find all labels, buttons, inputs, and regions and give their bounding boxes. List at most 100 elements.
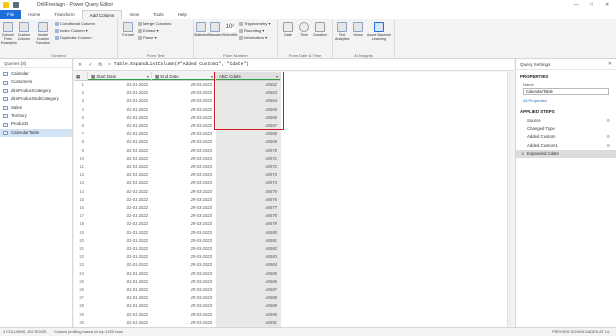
table-cell[interactable]: 29-03-2023	[152, 254, 216, 259]
table-cell[interactable]: 44569	[216, 139, 281, 144]
table-cell[interactable]: 01-01-2022	[88, 246, 152, 251]
table-cell[interactable]: 29-03-2023	[152, 295, 216, 300]
table-cell[interactable]: 44581	[216, 238, 281, 243]
format-button[interactable]: Format	[121, 22, 135, 37]
table-cell[interactable]: 44572	[216, 164, 281, 169]
table-cell[interactable]: 01-01-2022	[88, 107, 152, 112]
applied-step-source[interactable]: Source ⚙	[516, 117, 616, 125]
table-cell[interactable]: 44578	[216, 213, 281, 218]
accept-formula-icon[interactable]: ✓	[88, 62, 92, 68]
invoke-custom-function-button[interactable]: Invoke Custom Function	[34, 22, 52, 46]
table-cell[interactable]: 44586	[216, 279, 281, 284]
table-cell[interactable]: 29-03-2023	[152, 262, 216, 267]
table-cell[interactable]: 29-03-2023	[152, 197, 216, 202]
table-cell[interactable]: 44570	[216, 148, 281, 153]
query-item-calendar[interactable]: Calendar	[0, 70, 72, 78]
merge-columns-button[interactable]: Merge Columns	[138, 21, 171, 27]
table-cell[interactable]: 29-03-2023	[152, 172, 216, 177]
table-cell[interactable]: 29-03-2023	[152, 82, 216, 87]
tab-transform[interactable]: Transform	[47, 10, 81, 19]
table-cell[interactable]: 01-01-2022	[88, 238, 152, 243]
table-cell[interactable]: 29-03-2023	[152, 131, 216, 136]
table-cell[interactable]: 44583	[216, 254, 281, 259]
table-cell[interactable]: 29-03-2023	[152, 230, 216, 235]
minimize-icon[interactable]: —	[574, 2, 579, 8]
maximize-icon[interactable]: □	[590, 2, 593, 8]
close-query-settings-icon[interactable]: ✕	[608, 61, 612, 67]
column-header-end-date[interactable]: ▦ End Date ▾	[152, 72, 216, 81]
table-cell[interactable]: 29-03-2023	[152, 90, 216, 95]
table-cell[interactable]: 29-03-2023	[152, 164, 216, 169]
table-cell[interactable]: 01-01-2022	[88, 131, 152, 136]
table-cell[interactable]: 29-03-2023	[152, 271, 216, 276]
table-cell[interactable]: 01-01-2022	[88, 221, 152, 226]
query-item-customers[interactable]: Customers	[0, 78, 72, 86]
table-cell[interactable]: 01-01-2022	[88, 115, 152, 120]
table-cell[interactable]: 44585	[216, 271, 281, 276]
conditional-column-button[interactable]: Conditional Column	[55, 21, 95, 27]
trigonometry-button[interactable]: Trigonometry ▾	[239, 21, 271, 27]
table-cell[interactable]: 44574	[216, 180, 281, 185]
table-cell[interactable]: 01-01-2022	[88, 172, 152, 177]
table-cell[interactable]: 01-01-2022	[88, 205, 152, 210]
time-button[interactable]: Time	[297, 22, 311, 37]
table-cell[interactable]: 01-01-2022	[88, 254, 152, 259]
table-cell[interactable]: 44587	[216, 287, 281, 292]
table-cell[interactable]: 44571	[216, 156, 281, 161]
table-cell[interactable]: 29-03-2023	[152, 148, 216, 153]
close-icon[interactable]: ✕	[605, 2, 609, 8]
table-cell[interactable]: 29-03-2023	[152, 139, 216, 144]
table-cell[interactable]: 44576	[216, 197, 281, 202]
table-cell[interactable]: 29-03-2023	[152, 320, 216, 325]
duplicate-column-button[interactable]: Duplicate Column	[55, 35, 92, 41]
rounding-button[interactable]: Rounding ▾	[239, 28, 264, 34]
tab-home[interactable]: Home	[21, 10, 47, 19]
table-cell[interactable]: 01-01-2022	[88, 180, 152, 185]
table-cell[interactable]: 01-01-2022	[88, 148, 152, 153]
table-cell[interactable]: 44568	[216, 131, 281, 136]
table-cell[interactable]: 44575	[216, 189, 281, 194]
duration-button[interactable]: Duration	[313, 22, 327, 37]
table-cell[interactable]: 29-03-2023	[152, 279, 216, 284]
tab-view[interactable]: View	[122, 10, 146, 19]
table-cell[interactable]: 01-01-2022	[88, 139, 152, 144]
close-formula-icon[interactable]: ✕	[78, 62, 82, 68]
vision-button[interactable]: Vision	[351, 22, 365, 37]
table-cell[interactable]: 01-01-2022	[88, 123, 152, 128]
table-cell[interactable]: 44590	[216, 312, 281, 317]
table-cell[interactable]: 44579	[216, 221, 281, 226]
table-cell[interactable]: 01-01-2022	[88, 287, 152, 292]
gear-icon[interactable]: ⚙	[606, 133, 610, 141]
table-cell[interactable]: 01-01-2022	[88, 164, 152, 169]
tab-tools[interactable]: Tools	[146, 10, 171, 19]
table-cell[interactable]: 01-01-2022	[88, 90, 152, 95]
table-cell[interactable]: 01-01-2022	[88, 295, 152, 300]
table-cell[interactable]: 29-03-2023	[152, 189, 216, 194]
index-column-button[interactable]: Index Column ▾	[55, 28, 88, 34]
text-analytics-button[interactable]: Text Analytics	[335, 22, 349, 41]
table-cell[interactable]: 29-03-2023	[152, 221, 216, 226]
tab-file[interactable]: File	[0, 10, 22, 19]
table-cell[interactable]: 29-03-2023	[152, 98, 216, 103]
grid-vertical-scrollbar[interactable]	[507, 72, 512, 327]
table-cell[interactable]: 29-03-2023	[152, 205, 216, 210]
tab-add-column[interactable]: Add Column	[81, 10, 123, 19]
query-item-products[interactable]: Products	[0, 120, 72, 128]
delete-step-icon[interactable]: ✕	[521, 150, 524, 158]
status-profiling[interactable]: Column profiling based on top 1000 rows	[54, 328, 123, 336]
gear-icon[interactable]: ⚙	[606, 117, 610, 125]
table-cell[interactable]: 44591	[216, 320, 281, 325]
query-name-field[interactable]: CalendarTable	[523, 88, 609, 95]
table-cell[interactable]: 29-03-2023	[152, 238, 216, 243]
table-cell[interactable]: 01-01-2022	[88, 156, 152, 161]
table-cell[interactable]: 44584	[216, 262, 281, 267]
extract-button[interactable]: Extract ▾	[138, 28, 159, 34]
save-icon[interactable]	[13, 2, 19, 8]
table-cell[interactable]: 01-01-2022	[88, 82, 152, 87]
table-cell[interactable]: 01-01-2022	[88, 189, 152, 194]
table-cell[interactable]: 01-01-2022	[88, 213, 152, 218]
table-cell[interactable]: 01-01-2022	[88, 197, 152, 202]
table-cell[interactable]: 29-03-2023	[152, 123, 216, 128]
date-button[interactable]: Date	[281, 22, 295, 37]
parse-button[interactable]: Parse ▾	[138, 35, 157, 41]
